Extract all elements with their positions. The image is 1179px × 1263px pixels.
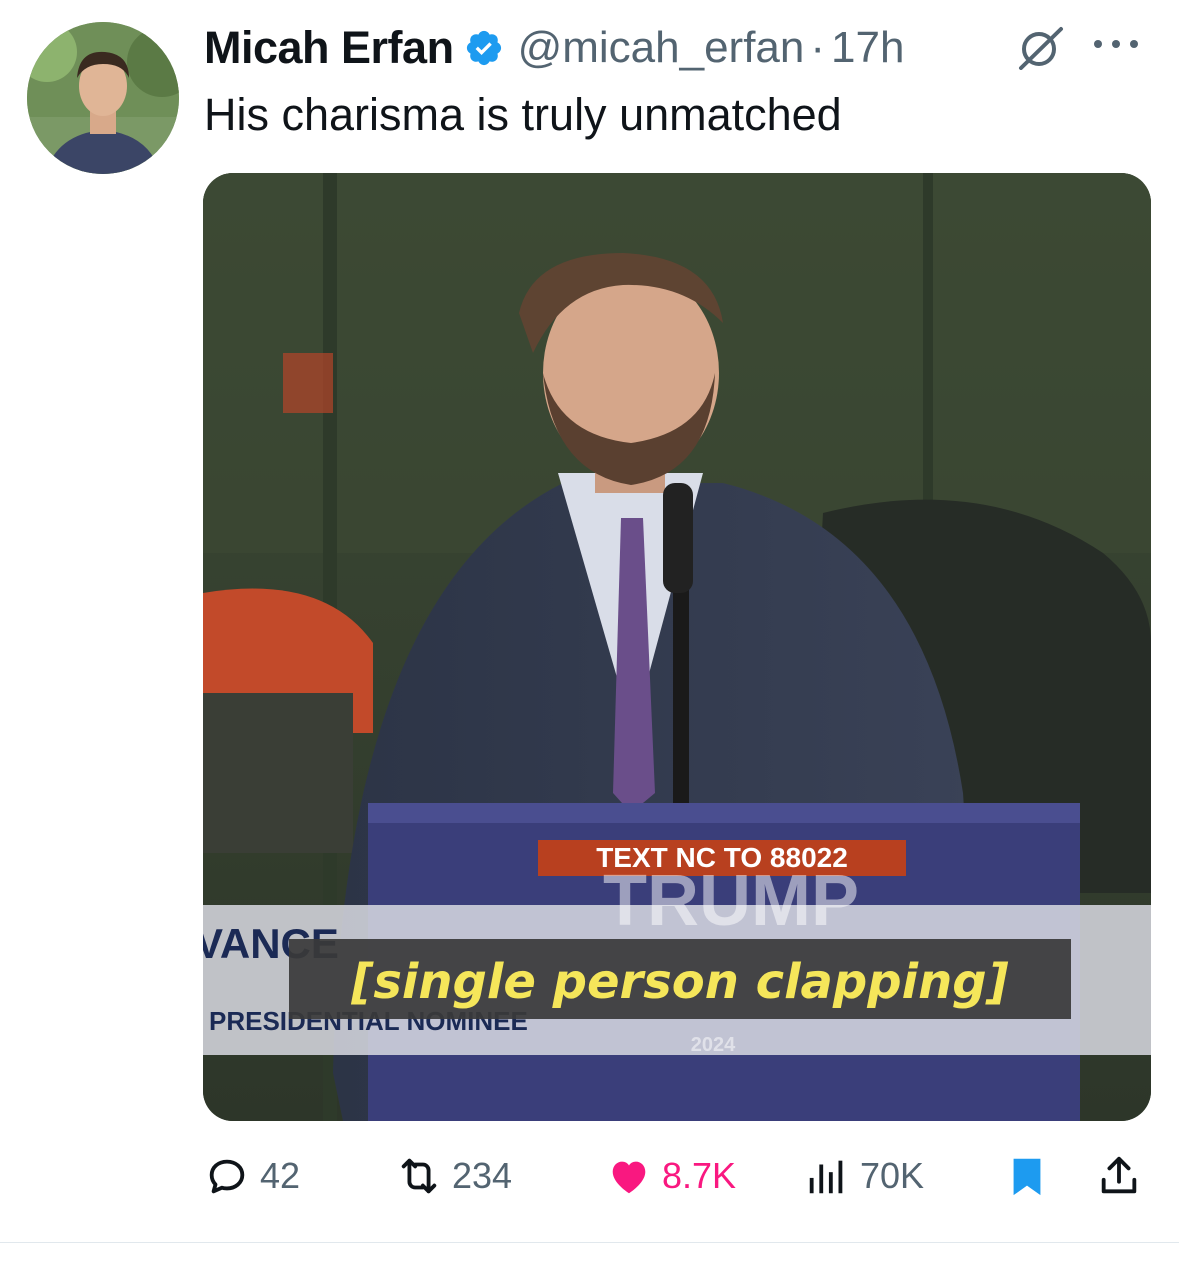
tweet-header: Micah Erfan @micah_erfan · 17h [204,20,904,76]
repost-button[interactable]: 234 [396,1146,512,1206]
views-count: 70K [860,1155,925,1196]
reply-count: 42 [260,1155,301,1196]
repost-count: 234 [452,1155,513,1196]
reply-icon [209,1159,245,1194]
bookmark-button[interactable] [1004,1146,1050,1206]
tweet-timestamp[interactable]: 17h [831,23,904,73]
author-handle[interactable]: @micah_erfan [518,23,805,73]
like-button[interactable]: 8.7K [606,1146,736,1206]
repost-icon [401,1158,437,1194]
grok-icon[interactable] [1014,26,1068,70]
like-count: 8.7K [662,1155,737,1196]
tweet-text: His charisma is truly unmatched [204,89,842,140]
reply-button[interactable]: 42 [204,1146,300,1206]
tweet-media-video[interactable]: TEXT NC TO 88022 TRUMP VANCE PRESIDENTIA… [203,173,1151,1121]
divider [0,1242,1179,1243]
share-button[interactable] [1096,1146,1142,1206]
bookmark-icon [1013,1158,1041,1196]
author-name[interactable]: Micah Erfan [204,22,454,74]
podium-sign-name: TRUMP [603,861,859,941]
podium-year: 2024 [691,1034,736,1056]
separator-dot: · [810,23,826,72]
avatar[interactable] [27,22,179,174]
views-button[interactable]: 70K [804,1146,924,1206]
more-options-icon[interactable] [1088,34,1144,54]
tweet-actions: 42 234 8.7K 70K [0,1146,1179,1206]
caption-text: [single person clapping] [350,954,1008,1010]
views-chart-icon [809,1160,843,1194]
share-icon [1101,1156,1137,1194]
heart-icon [612,1161,646,1194]
verified-badge-icon [466,30,501,66]
